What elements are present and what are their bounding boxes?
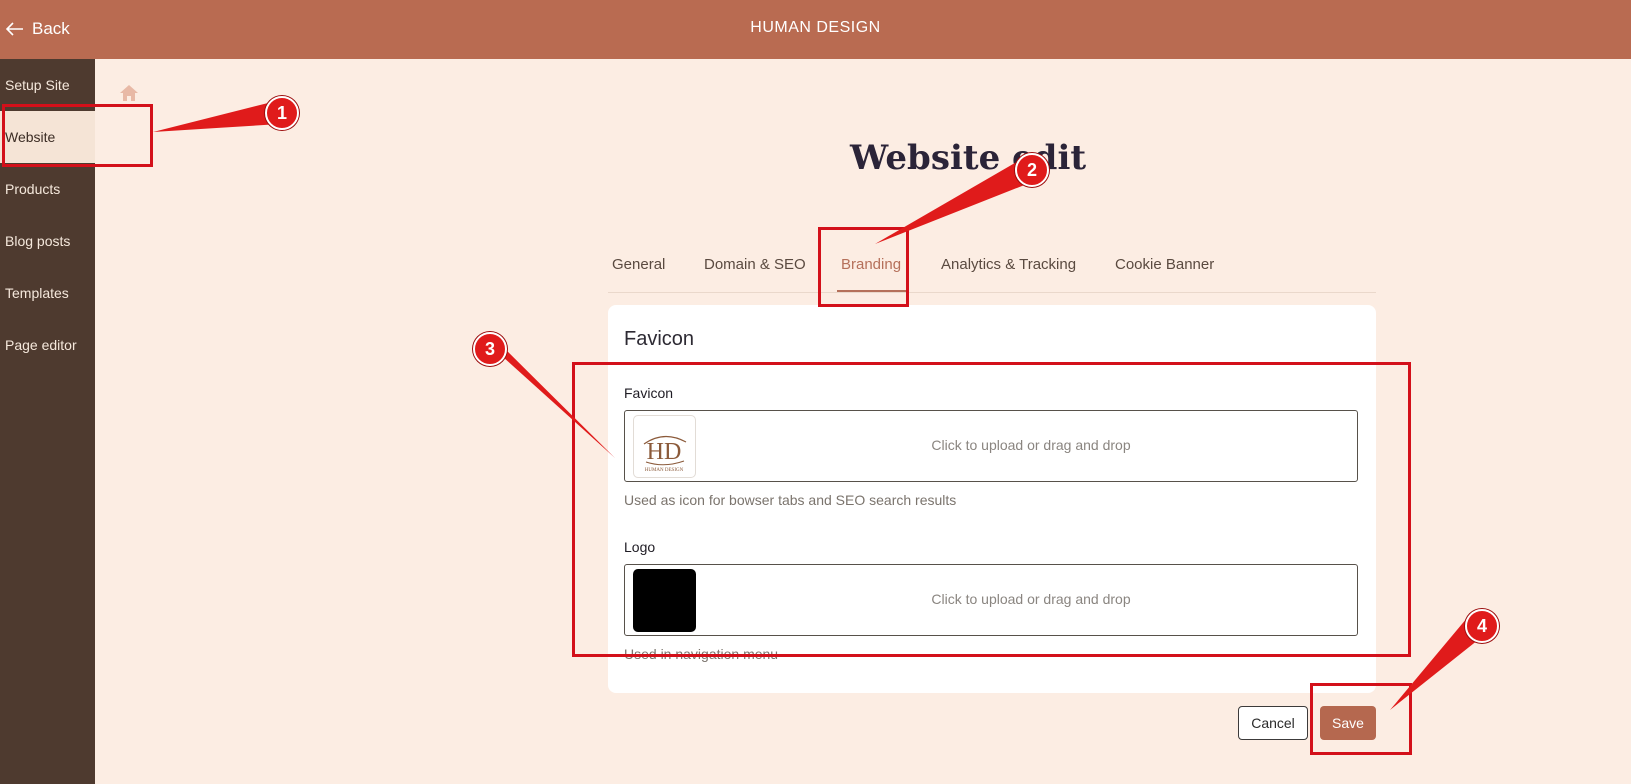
annotation-marker-2: 2	[1015, 153, 1049, 187]
annotation-arrows	[153, 100, 1488, 710]
annotation-marker-3: 3	[473, 332, 507, 366]
annotation-marker-4: 4	[1465, 609, 1499, 643]
annotation-marker-1: 1	[265, 96, 299, 130]
